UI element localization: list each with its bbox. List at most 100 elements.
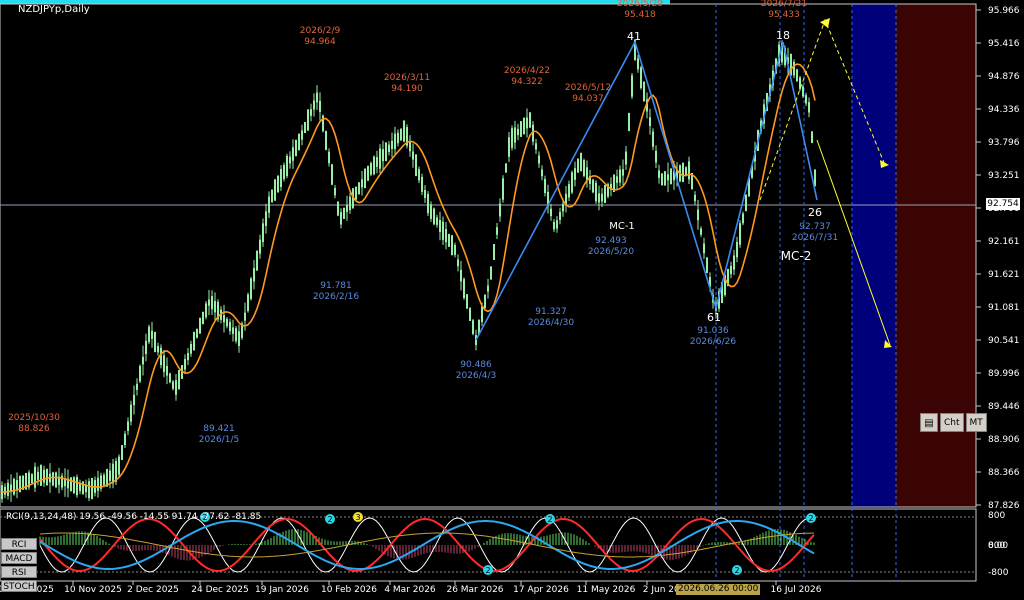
wave-count-label: 18 <box>776 29 790 42</box>
candle-body <box>199 317 201 334</box>
tab-rsi[interactable]: RSI <box>1 566 37 578</box>
tab-macd[interactable]: MACD <box>1 552 37 564</box>
candle-body <box>397 132 399 144</box>
candle-body <box>340 212 342 225</box>
candle-body <box>802 86 804 97</box>
price-tick-label: 89.996 <box>988 369 1020 379</box>
high-price-label: 95.418 <box>624 10 656 20</box>
time-tick-label: 19 Jan 2026 <box>255 585 309 595</box>
candle-body <box>118 456 120 475</box>
high-date-label: 2026/5/12 <box>565 83 611 93</box>
clipboard-icon[interactable]: ▤ <box>920 413 938 432</box>
chart-button[interactable]: Cht <box>940 413 964 432</box>
candle-body <box>805 95 807 104</box>
candle-body <box>700 228 702 235</box>
candle-body <box>283 164 285 180</box>
low-price-label: 92.493 <box>595 236 627 246</box>
candle-body <box>436 217 438 225</box>
candle-body <box>277 175 279 193</box>
candle-body <box>796 69 798 82</box>
low-price-label: 91.781 <box>320 281 352 291</box>
candle-body <box>484 294 486 309</box>
candle-body <box>40 464 42 486</box>
low-price-label: 92.737 <box>799 222 831 232</box>
candle-body <box>103 474 105 486</box>
candle-body <box>457 259 459 267</box>
high-date-label: 2026/3/11 <box>384 73 430 83</box>
candle-body <box>550 208 552 217</box>
mc2-label: MC-2 <box>781 249 812 263</box>
candle-body <box>127 421 129 431</box>
tab-stoch[interactable]: STOCH <box>1 580 37 592</box>
osc-level-label: 800 <box>988 511 1005 521</box>
candle-body <box>583 160 585 176</box>
candle-body <box>370 163 372 175</box>
time-tick-label: 16 Jul 2026 <box>771 585 822 595</box>
candle-body <box>421 176 423 192</box>
candle-body <box>469 307 471 321</box>
candle-body <box>97 477 99 491</box>
candle-body <box>652 131 654 147</box>
tab-rci[interactable]: RCI <box>1 538 37 550</box>
time-tick-label: 10 Nov 2025 <box>64 585 122 595</box>
candle-body <box>622 169 624 176</box>
candle-body <box>262 223 264 242</box>
candle-body <box>151 330 153 339</box>
candle-body <box>463 279 465 299</box>
candle-body <box>289 156 291 164</box>
candle-body <box>145 340 147 355</box>
candle-body <box>619 169 621 183</box>
candle-body <box>214 300 216 313</box>
candle-body <box>466 294 468 309</box>
candle-body <box>649 117 651 127</box>
candle-body <box>154 331 156 353</box>
candle-body <box>112 463 114 484</box>
candle-body <box>109 470 111 481</box>
candle-body <box>385 142 387 162</box>
price-tick-label: 87.826 <box>988 501 1020 511</box>
candle-body <box>427 193 429 214</box>
high-date-label: 2026/2/9 <box>300 26 341 36</box>
chart-canvas[interactable]: 95.966 95.416 94.876 94.336 93.796 93.251 92.7… <box>0 0 1024 600</box>
high-price-label: 88.826 <box>18 424 50 434</box>
candle-body <box>556 220 558 229</box>
candle-body <box>394 133 396 150</box>
candle-body <box>742 213 744 224</box>
candle-body <box>415 154 417 176</box>
candle-body <box>505 163 507 173</box>
candle-body <box>499 203 501 217</box>
price-tick-label: 94.336 <box>988 105 1020 115</box>
candle-body <box>616 176 618 183</box>
candle-body <box>424 190 426 198</box>
candle-body <box>292 147 294 161</box>
candle-body <box>196 329 198 338</box>
candle-body <box>376 157 378 167</box>
chart-mini-toolbar: ▤ Cht MT <box>920 413 987 432</box>
candle-group <box>1 39 816 503</box>
candle-body <box>280 168 282 188</box>
candle-body <box>739 223 741 245</box>
mc1-label: MC-1 <box>609 221 635 232</box>
candle-body <box>121 445 123 460</box>
candle-body <box>43 469 45 483</box>
candle-body <box>694 194 696 202</box>
candle-body <box>271 189 273 203</box>
candle-body <box>682 162 684 183</box>
mt-button[interactable]: MT <box>965 413 987 432</box>
candle-body <box>664 171 666 186</box>
candle-body <box>502 178 504 200</box>
candle-body <box>169 373 171 383</box>
candle-body <box>349 196 351 210</box>
oscillator-header: RCI(9,13,24,48) 19.56 -49.56 -14.55 91.7… <box>6 512 262 522</box>
price-tick-label: 95.416 <box>988 39 1020 49</box>
low-date-label: 2026/4/30 <box>528 318 574 328</box>
candle-body <box>655 150 657 163</box>
candle-body <box>580 152 582 172</box>
price-tick-label: 90.541 <box>988 336 1020 346</box>
price-tick-label: 94.876 <box>988 72 1020 82</box>
price-tick-label: 93.796 <box>988 138 1020 148</box>
high-price-label: 94.190 <box>391 84 423 94</box>
time-tick-label: 24 Dec 2025 <box>191 585 249 595</box>
candle-body <box>598 193 600 203</box>
candle-body <box>130 404 132 422</box>
